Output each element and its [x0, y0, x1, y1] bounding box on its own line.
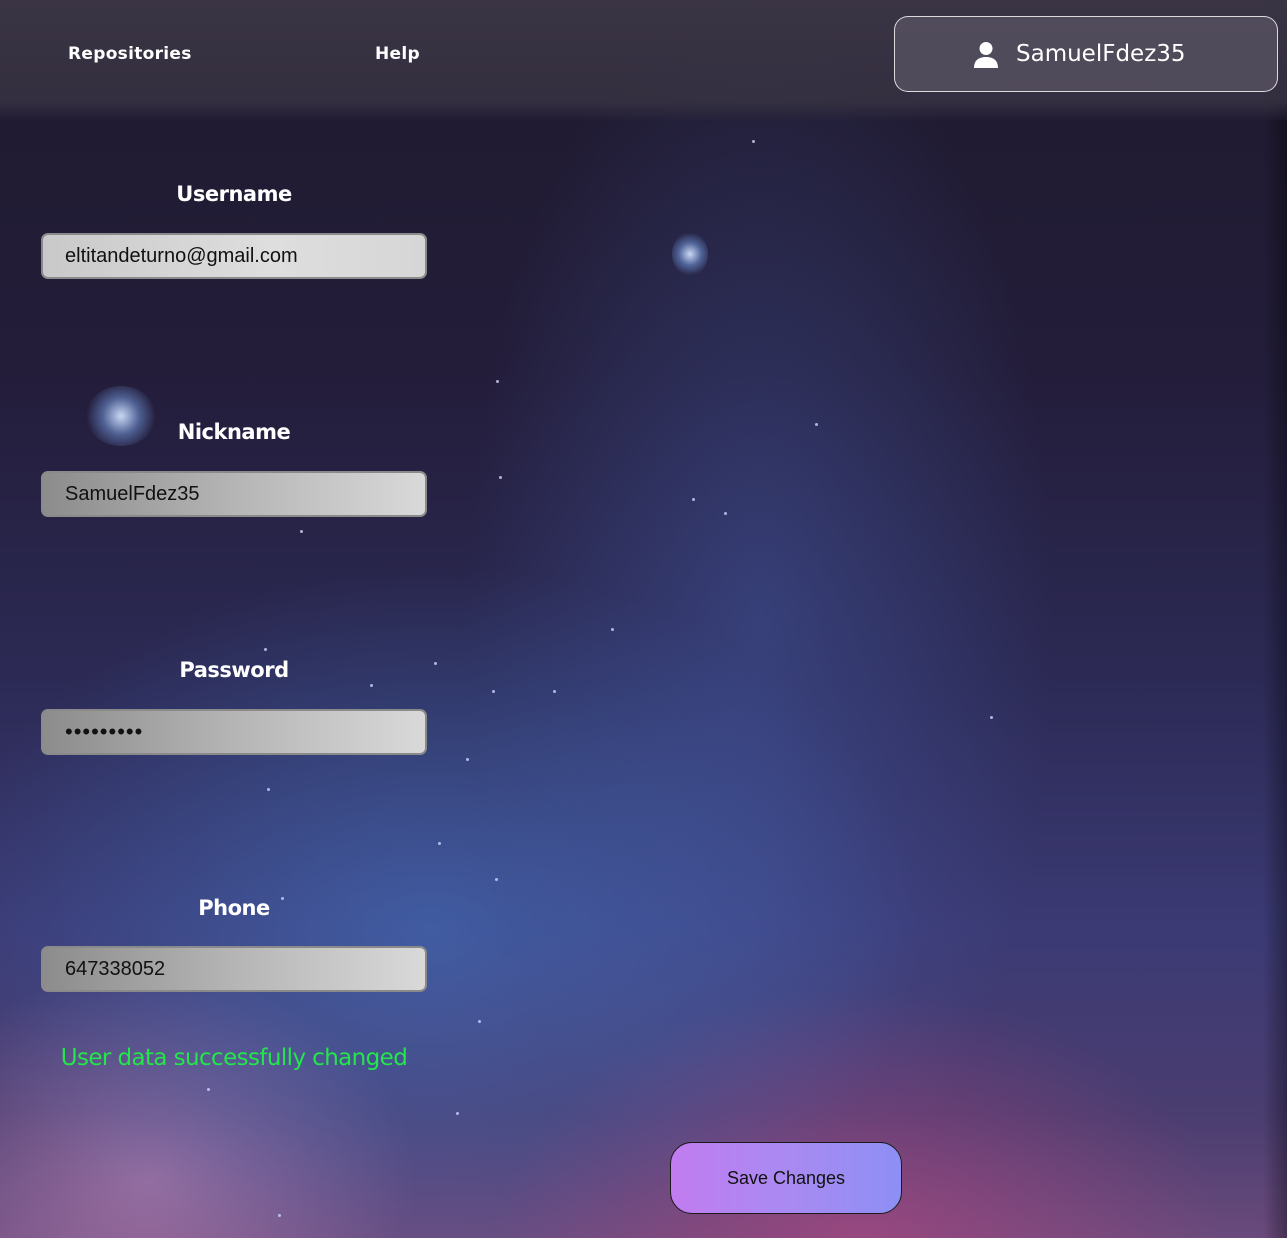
- star: [752, 140, 755, 143]
- right-edge-shadow: [1263, 0, 1287, 1238]
- username-label: Username: [176, 182, 292, 206]
- star: [300, 530, 303, 533]
- nebula-blob: [672, 232, 708, 276]
- user-icon: [974, 42, 998, 68]
- password-label: Password: [179, 658, 289, 682]
- star: [492, 690, 495, 693]
- user-account-button[interactable]: SamuelFdez35: [894, 16, 1278, 92]
- star: [553, 690, 556, 693]
- success-message: User data successfully changed: [60, 1045, 408, 1071]
- nav-help-link[interactable]: Help: [375, 44, 420, 64]
- top-navigation-bar: Repositories Help SamuelFdez35: [0, 0, 1287, 120]
- star: [692, 498, 695, 501]
- star: [456, 1112, 459, 1115]
- star: [724, 512, 727, 515]
- nickname-label: Nickname: [177, 420, 291, 444]
- save-changes-button[interactable]: Save Changes: [670, 1142, 902, 1214]
- star: [370, 684, 373, 687]
- star: [438, 842, 441, 845]
- nickname-field[interactable]: [41, 471, 427, 517]
- star: [434, 662, 437, 665]
- phone-field[interactable]: [41, 946, 427, 992]
- phone-label: Phone: [198, 896, 270, 920]
- star: [207, 1088, 210, 1091]
- star: [264, 648, 267, 651]
- star: [466, 758, 469, 761]
- username-field[interactable]: [41, 233, 427, 279]
- star: [611, 628, 614, 631]
- star: [499, 476, 502, 479]
- star: [815, 423, 818, 426]
- password-field[interactable]: [41, 709, 427, 755]
- star: [267, 788, 270, 791]
- star: [496, 380, 499, 383]
- star: [495, 878, 498, 881]
- star: [990, 716, 993, 719]
- user-name: SamuelFdez35: [1016, 41, 1186, 67]
- nav-repositories-link[interactable]: Repositories: [68, 44, 192, 64]
- star: [478, 1020, 481, 1023]
- star: [278, 1214, 281, 1217]
